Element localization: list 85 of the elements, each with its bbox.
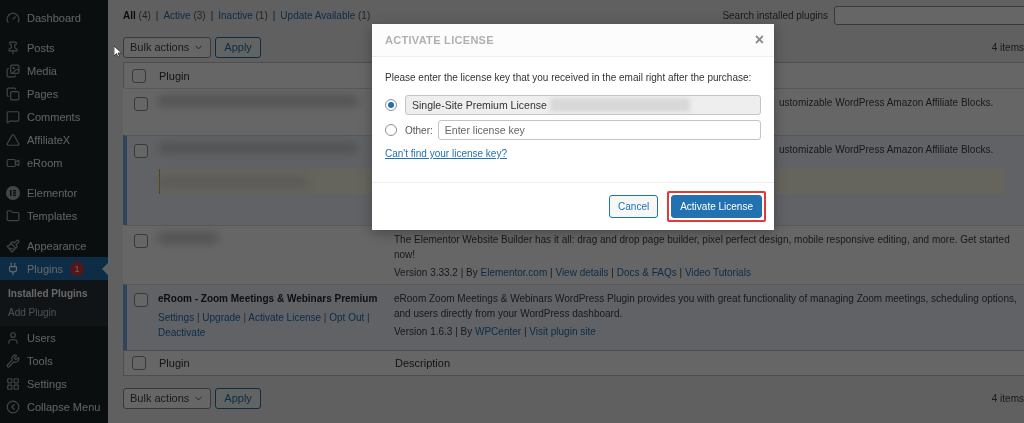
action-link[interactable]: Upgrade	[202, 312, 241, 323]
separator: |	[155, 9, 159, 21]
meta-link[interactable]: Docs & FAQs	[616, 267, 677, 278]
action-link[interactable]: Settings	[158, 312, 195, 323]
sidebar-item[interactable]: Appearance	[0, 234, 108, 257]
sidebar-item[interactable]: Users	[0, 326, 108, 349]
folder-icon	[6, 208, 20, 223]
checkbox[interactable]	[134, 144, 148, 158]
sidebar-item[interactable]: Plugins 1	[0, 257, 108, 280]
action-link[interactable]: Activate License	[248, 312, 322, 323]
meta-link[interactable]: View details	[555, 267, 609, 278]
sidebar-item[interactable]: Pages	[0, 82, 108, 105]
paintbrush-icon	[6, 238, 20, 253]
radio-button[interactable]	[385, 124, 397, 136]
sidebar-item[interactable]: Templates	[0, 204, 108, 227]
sidebar-item[interactable]: AffiliateX	[0, 128, 108, 151]
sidebar-item[interactable]: Media	[0, 59, 108, 82]
meta-link[interactable]: Video Tutorials	[684, 267, 751, 278]
checkbox[interactable]	[132, 68, 146, 83]
meta-link[interactable]: Visit plugin site	[529, 326, 596, 337]
plugin-description: ustomizable WordPress Amazon Affiliate Blocks.	[779, 96, 994, 110]
item-count: 4 items	[991, 392, 1024, 404]
dialog-title: ACTIVATE LICENSE	[385, 34, 494, 46]
meta-link[interactable]: WPCenter	[475, 326, 522, 337]
images-icon	[6, 63, 20, 78]
sidebar-item[interactable]: Comments	[0, 105, 108, 128]
checkbox[interactable]	[134, 234, 148, 248]
action-link[interactable]: Opt Out	[329, 312, 365, 323]
license-field[interactable]: Single-Site Premium License	[405, 95, 761, 115]
e-circle-icon	[6, 185, 20, 200]
sidebar-item[interactable]: eRoom	[0, 151, 108, 174]
license-key-field[interactable]: Enter license key	[437, 120, 761, 140]
gauge-icon	[6, 10, 20, 25]
search-field[interactable]	[834, 5, 1024, 25]
speech-bubble-icon	[6, 109, 20, 124]
pages-icon	[6, 86, 20, 101]
bulk-actions-select[interactable]: Bulk actions	[123, 36, 212, 58]
apply-button[interactable]: Apply	[215, 387, 261, 409]
column-header: Plugin	[159, 357, 191, 369]
sidebar-item[interactable]: Dashboard	[0, 6, 108, 29]
cancel-button[interactable]: Cancel	[609, 195, 659, 218]
checkbox[interactable]	[134, 293, 148, 307]
plugin-description: eRoom Zoom Meetings & Webinars WordPress Plugin provides you with great functionality of managing Zoom meetings, scheduling options, and users directly from your WordPress dashboard.	[394, 292, 1018, 321]
sidebar-item[interactable]: Tools	[0, 349, 108, 372]
filter-link[interactable]: All (4)	[123, 9, 151, 21]
close-button[interactable]: ×	[754, 32, 764, 48]
dialog-prompt: Please enter the license key that you received in the email right after the purchase:	[385, 71, 752, 84]
checkbox[interactable]	[134, 97, 148, 111]
sidebar-item[interactable]: Posts	[0, 36, 108, 59]
action-link[interactable]: Deactivate	[158, 326, 206, 338]
plugin-description: ustomizable WordPress Amazon Affiliate Blocks.	[779, 143, 994, 157]
activate-button[interactable]: Activate License	[671, 195, 762, 218]
checkbox[interactable]	[132, 356, 146, 370]
plugin-name: eRoom - Zoom Meetings & Webinars Premium	[158, 292, 378, 306]
chevron-circle-icon	[6, 399, 20, 414]
count-badge: 1	[70, 261, 85, 276]
item-count: 4 items	[991, 41, 1024, 53]
plugin-actions: Settings | Upgrade | Activate License | Opt Out | Deactivate	[158, 311, 371, 340]
filter-link[interactable]: Active (3)	[163, 9, 206, 21]
bulk-actions-select[interactable]: Bulk actions	[123, 387, 212, 409]
sidebar-item[interactable]: Elementor	[0, 181, 108, 204]
plugin-meta: Version 1.6.3 | By WPCenter | Visit plugin site	[394, 326, 596, 337]
meta-link[interactable]: Elementor.com	[480, 267, 548, 278]
collapse-menu[interactable]: Collapse Menu	[0, 395, 108, 418]
help-link[interactable]: Can't find your license key?	[385, 148, 507, 159]
filter-link[interactable]: Inactive (1)	[218, 9, 268, 21]
search-label: Search installed plugins	[722, 9, 828, 21]
apply-button[interactable]: Apply	[215, 36, 261, 58]
plugin-description: The Elementor Website Builder has it all: drag and drop page builder, pixel perfect design, mobile responsive editing, and more. Get started now!	[394, 233, 1011, 262]
separator: |	[210, 9, 214, 21]
other-label: Other:	[405, 124, 433, 136]
grid-icon	[6, 376, 20, 391]
column-header: Description	[395, 357, 452, 369]
submenu-item[interactable]: Installed Plugins	[0, 288, 108, 299]
sidebar-item[interactable]: Settings	[0, 372, 108, 395]
plugin-meta: Version 3.33.2 | By Elementor.com | View details | Docs & FAQs | Video Tutorials	[394, 267, 751, 278]
radio-button[interactable]	[385, 99, 397, 111]
person-icon	[6, 330, 20, 345]
triangle-icon	[6, 132, 20, 147]
separator: |	[272, 9, 276, 21]
pin-icon	[6, 40, 20, 55]
filter-link[interactable]: Update Available (1)	[280, 9, 371, 21]
cursor-icon	[114, 46, 122, 58]
plug-icon	[6, 261, 20, 276]
wrench-icon	[6, 353, 20, 368]
